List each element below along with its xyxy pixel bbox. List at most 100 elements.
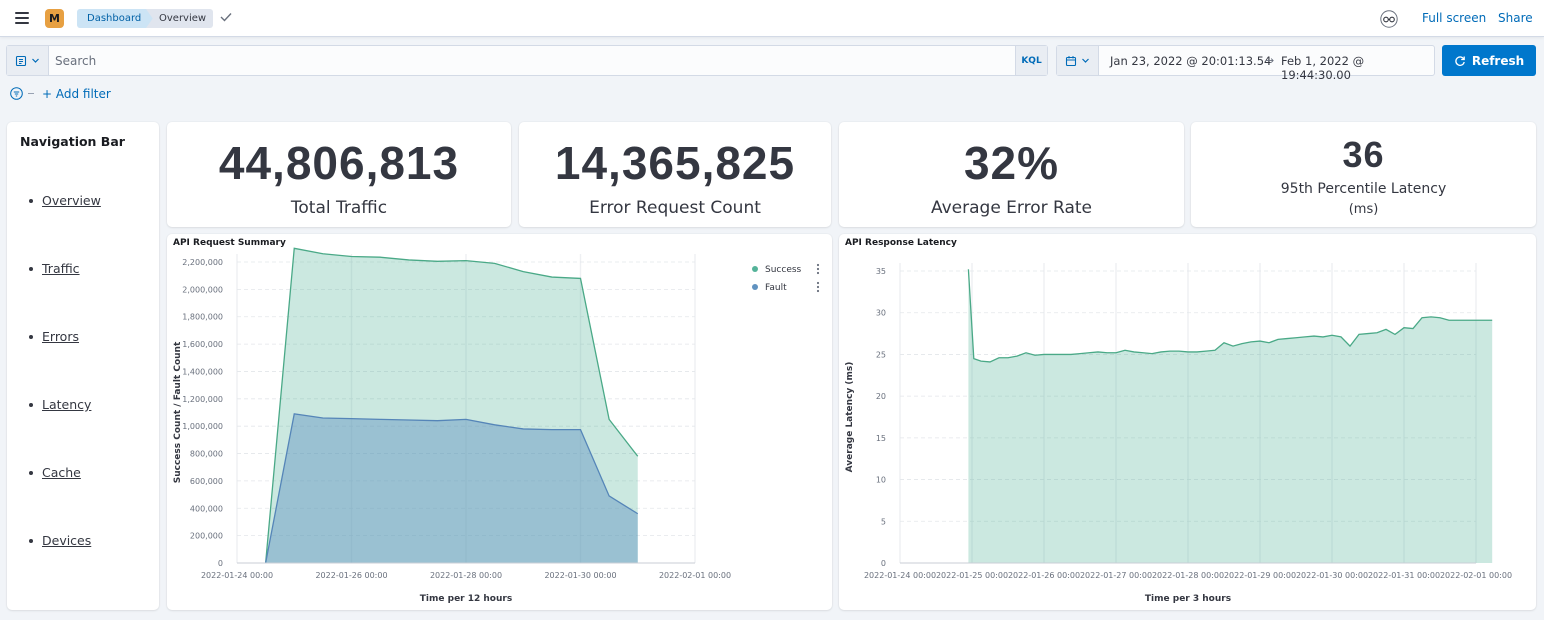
metric-label: Error Request Count (589, 198, 761, 218)
x-axis-title: Time per 12 hours (420, 594, 512, 604)
metric-label-unit: (ms) (1348, 202, 1379, 217)
breadcrumb-dashboard[interactable]: Dashboard (77, 9, 155, 28)
legend-label-success: Success (765, 265, 802, 275)
y-axis-title: Average Latency (ms) (845, 362, 855, 473)
y-tick-label: 400,000 (190, 504, 223, 513)
y-tick-label: 25 (876, 350, 886, 359)
legend-options-icon (816, 271, 820, 275)
metric-value: 44,806,813 (218, 137, 460, 189)
y-tick-label: 2,200,000 (182, 258, 223, 267)
api-request-summary-panel: API Request Summary 0 200,000 400,000 600,0… (167, 234, 832, 610)
legend-options-icon (816, 263, 820, 267)
x-tick-label: 2022-01-26 00:00 (1008, 571, 1080, 580)
kql-button[interactable]: KQL (1015, 46, 1047, 75)
y-tick-label: 20 (876, 392, 886, 401)
y-tick-label: 1,800,000 (182, 313, 223, 322)
nav-item-traffic: Traffic (29, 261, 80, 276)
x-tick-label: 2022-02-01 00:00 (1440, 571, 1512, 580)
calendar-icon (1065, 55, 1077, 66)
nav-link-errors[interactable]: Errors (42, 329, 79, 344)
saved-query-icon (15, 55, 27, 66)
bullet (29, 538, 33, 543)
metric-value: 32% (963, 137, 1060, 189)
x-tick-label: 2022-01-24 00:00 (201, 571, 273, 580)
date-start[interactable]: Jan 23, 2022 @ 20:01:13.54 (1110, 54, 1271, 68)
legend-options-icon (816, 289, 820, 293)
series-area-fault (265, 413, 638, 563)
legend-options-icon (816, 281, 820, 285)
y-tick-label: 1,200,000 (182, 395, 223, 404)
date-end[interactable]: Feb 1, 2022 @ 19:44:30.00 (1281, 54, 1434, 82)
bullet (29, 198, 33, 203)
metric-p95-latency: 36 95th Percentile Latency (ms) (1191, 122, 1536, 227)
full-screen-link[interactable]: Full screen (1422, 11, 1486, 25)
y-tick-label: 600,000 (190, 477, 223, 486)
nav-item-errors: Errors (29, 329, 79, 344)
y-tick-label: 0 (218, 559, 223, 568)
y-tick-label: 1,400,000 (182, 367, 223, 376)
legend-swatch-fault (752, 284, 758, 290)
x-tick-label: 2022-01-30 00:00 (1296, 571, 1368, 580)
y-tick-label: 30 (876, 309, 886, 318)
metric-label: Average Error Rate (930, 198, 1093, 218)
chevron-down-icon (1082, 58, 1089, 63)
metric-label: 95th Percentile Latency (1280, 181, 1447, 197)
legend-swatch-success (752, 266, 758, 272)
y-tick-label: 15 (876, 434, 886, 443)
bullet (29, 266, 33, 271)
add-filter-link[interactable]: + Add filter (42, 87, 111, 101)
filter-icon[interactable] (10, 87, 23, 100)
metric-label: Total Traffic (290, 198, 388, 218)
nav-link-latency[interactable]: Latency (42, 397, 91, 412)
metric-total-traffic: 44,806,813 Total Traffic (167, 122, 511, 227)
metric-value: 14,365,825 (554, 137, 796, 189)
y-tick-label: 0 (881, 559, 886, 568)
share-link[interactable]: Share (1498, 11, 1533, 25)
checkmark-icon[interactable] (219, 10, 233, 24)
y-tick-label: 1,600,000 (182, 340, 223, 349)
x-tick-label: 2022-02-01 00:00 (659, 571, 731, 580)
refresh-label: Refresh (1471, 53, 1525, 68)
saved-query-button[interactable] (7, 46, 49, 75)
nav-link-cache[interactable]: Cache (42, 465, 81, 480)
navigation-panel: Navigation Bar Overview Traffic Errors L… (7, 122, 159, 610)
refresh-button[interactable]: Refresh (1442, 45, 1536, 76)
series-area-average-latency (968, 269, 1493, 563)
api-response-latency-chart: 0 5 10 15 20 25 30 35 2022-01-24 00:00 2022-01-25… (845, 263, 1512, 604)
metric-average-error-rate: 32% Average Error Rate (839, 122, 1184, 227)
nav-link-traffic[interactable]: Traffic (42, 261, 80, 276)
nav-link-overview[interactable]: Overview (42, 193, 101, 208)
top-header: M Dashboard Overview Full screen Share (0, 0, 1544, 37)
legend-options-icon (816, 267, 820, 271)
y-tick-label: 10 (876, 476, 886, 485)
x-tick-label: 2022-01-29 00:00 (1224, 571, 1296, 580)
x-tick-label: 2022-01-28 00:00 (1152, 571, 1224, 580)
date-picker: Jan 23, 2022 @ 20:01:13.54 → Feb 1, 2022… (1056, 45, 1435, 82)
nav-link-devices[interactable]: Devices (42, 533, 91, 548)
filter-divider (28, 93, 34, 94)
y-tick-label: 35 (876, 267, 886, 276)
quick-date-button[interactable] (1057, 46, 1099, 75)
api-response-latency-panel: API Response Latency 0 5 10 15 20 25 30 35 2022-… (839, 234, 1536, 610)
breadcrumb-overview: Overview (146, 9, 213, 28)
x-axis-title: Time per 3 hours (1145, 594, 1231, 604)
space-avatar[interactable]: M (45, 9, 64, 28)
menu-icon[interactable] (15, 12, 29, 24)
metric-value: 36 (1342, 134, 1385, 175)
bullet (29, 334, 33, 339)
glasses-icon[interactable] (1380, 10, 1398, 28)
refresh-icon (1455, 55, 1465, 66)
y-tick-label: 1,000,000 (182, 422, 223, 431)
x-tick-label: 2022-01-30 00:00 (544, 571, 616, 580)
metric-error-request-count: 14,365,825 Error Request Count (519, 122, 831, 227)
x-tick-label: 2022-01-28 00:00 (430, 571, 502, 580)
arrow-right-icon: → (1265, 54, 1275, 67)
nav-item-devices: Devices (29, 533, 91, 548)
nav-item-overview: Overview (29, 193, 101, 208)
nav-title: Navigation Bar (20, 134, 125, 149)
nav-item-latency: Latency (29, 397, 91, 412)
api-request-summary-chart: 0 200,000 400,000 600,000 800,000 1,000,000 1,… (173, 247, 820, 604)
search-input[interactable] (51, 46, 1017, 75)
y-tick-label: 2,000,000 (182, 285, 223, 294)
x-tick-label: 2022-01-26 00:00 (315, 571, 387, 580)
